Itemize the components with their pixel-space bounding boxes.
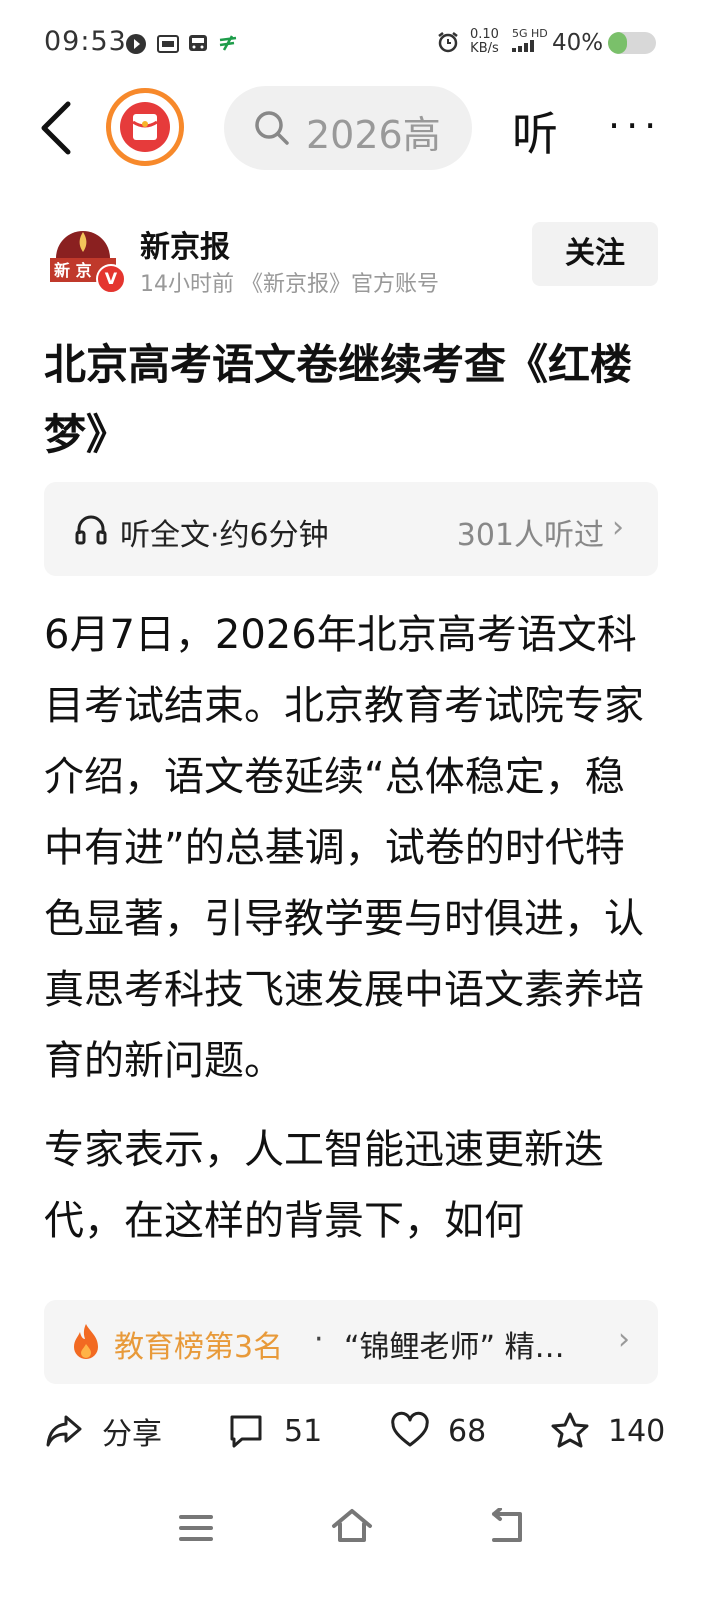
signal-indicator: 5G HD [512,28,548,55]
article-title: 北京高考语文卷继续考查《红楼梦》 [44,340,633,459]
post-icon [219,35,237,51]
verified-badge: V [96,264,126,294]
author-name[interactable]: 新京报 [140,222,230,266]
network-speed-unit: KB/s [470,41,499,56]
comment-button[interactable]: 51 [226,1406,322,1456]
chevron-right-icon: › [612,510,624,545]
red-packet-icon [120,102,170,152]
search-box[interactable]: 2026高 [224,86,472,170]
follow-button[interactable]: 关注 [532,222,658,286]
menu-icon[interactable] [178,1510,214,1546]
battery-icon [608,32,656,54]
like-button[interactable]: 68 [390,1406,486,1456]
listen-label: 听全文·约6分钟 [120,518,329,553]
network-speed-value: 0.10 [470,27,499,42]
ranking-text: “锦鲤老师” 精… [344,1330,565,1365]
star-icon [551,1412,589,1448]
fire-icon [74,1324,98,1359]
svg-text:新 京: 新 京 [54,261,92,280]
share-label: 分享 [102,1417,162,1452]
battery-fill [608,32,628,54]
more-button[interactable]: ··· [608,104,662,148]
listen-button[interactable]: 听 [512,98,558,164]
favorite-button[interactable]: 140 [550,1406,665,1456]
share-button[interactable]: 分享 [44,1406,162,1456]
back-button[interactable] [30,96,90,160]
home-icon[interactable] [330,1506,374,1546]
author-meta: 14小时前 《新京报》官方账号 [140,272,439,297]
listen-count: 301人听过 [456,518,604,553]
search-icon [255,111,289,145]
chevron-right-icon: › [618,1322,630,1357]
favorite-count: 140 [608,1413,666,1449]
paragraph: 6月7日，2026年北京高考语文科目考试结束。北京教育考试院专家介绍，语文卷延续… [44,612,644,1084]
bus-icon [189,35,207,51]
play-icon [126,34,146,54]
article-body: 6月7日，2026年北京高考语文科目考试结束。北京教育考试院专家介绍，语文卷延续… [44,600,664,1288]
network-speed: 0.10 KB/s [470,28,499,56]
heart-icon [391,1411,429,1447]
like-count: 68 [448,1413,487,1449]
share-icon [46,1415,82,1447]
network-type: 5G HD [512,27,548,40]
comment-icon [230,1415,262,1448]
listen-full-article-bar[interactable]: 听全文·约6分钟 301人听过 › [44,482,658,576]
return-icon[interactable] [486,1508,526,1546]
headphone-icon [75,515,107,545]
red-packet-button[interactable] [106,88,184,166]
paragraph: 专家表示，人工智能迅速更新迭代，在这样的背景下，如何 [44,1127,604,1244]
ranking-separator: · [314,1322,324,1357]
battery-percent: 40% [552,30,604,56]
search-query: 2026高 [306,113,441,157]
status-time: 09:53 [44,26,127,57]
toutiao-icon [157,35,179,53]
ranking-bar[interactable]: 教育榜第3名 · “锦鲤老师” 精… › [44,1300,658,1384]
signal-bars-icon [512,40,534,52]
alarm-icon [438,32,458,53]
comment-count: 51 [284,1413,323,1449]
ranking-label: 教育榜第3名 [114,1330,284,1365]
